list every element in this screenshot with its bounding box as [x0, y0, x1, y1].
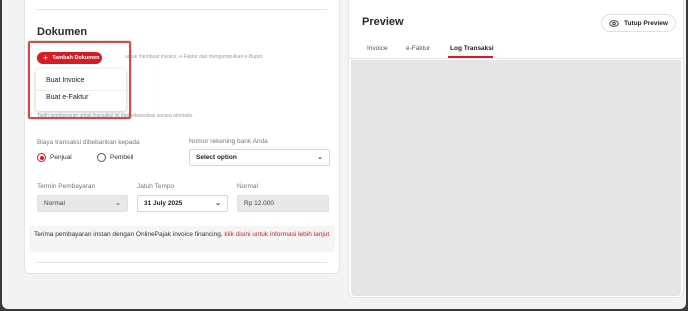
radio-label: Pembeli [110, 154, 134, 161]
preview-panel: Preview Tutup Preview Invoice e-Faktur L… [348, 0, 684, 298]
app-window: Dokumen untuk membuat invoice, e-Faktur … [2, 0, 686, 309]
normal-amount-value: Rp 12.000 [244, 200, 274, 207]
terms-label: Termin Pembayaran [37, 183, 96, 190]
radio-label: Penjual [50, 154, 72, 161]
divider [37, 262, 327, 263]
due-date-label: Jatuh Tempo [137, 183, 175, 190]
section-title: Dokumen [37, 26, 88, 38]
terms-select-value: Normal [44, 200, 65, 207]
radio-unselected-icon [97, 153, 106, 162]
radio-selected-icon [37, 153, 46, 162]
terms-select[interactable]: Normal ⌄ [37, 195, 128, 212]
radio-penjual[interactable]: Penjual [37, 153, 72, 162]
tab-efaktur[interactable]: e-Faktur [406, 45, 430, 52]
financing-info-banner: Terima pembayaran instan dengan OnlinePa… [29, 226, 335, 252]
section-description: untuk membuat invoice, e-Faktur dan meng… [125, 54, 263, 60]
chevron-down-icon: ⌄ [215, 200, 221, 207]
due-date-select[interactable]: 31 July 2025 ⌄ [137, 195, 228, 212]
highlight-annotation [28, 41, 131, 119]
preview-title: Preview [362, 16, 404, 28]
close-preview-label: Tutup Preview [624, 19, 668, 27]
preview-content-area [351, 60, 681, 296]
radio-pembeli[interactable]: Pembeli [97, 153, 133, 162]
bank-label: Nomor rekening bank Anda [189, 138, 268, 145]
normal-label: Normal [237, 183, 258, 190]
chevron-down-icon: ⌄ [115, 200, 121, 207]
tab-invoice[interactable]: Invoice [367, 45, 388, 52]
fee-label: Biaya transaksi dibebankan kepada [37, 139, 140, 146]
due-date-value: 31 July 2025 [144, 200, 183, 207]
banner-text: Terima pembayaran instan dengan OnlinePa… [34, 231, 225, 238]
document-card: Dokumen untuk membuat invoice, e-Faktur … [24, 0, 340, 274]
bank-select[interactable]: Select option ⌄ [189, 149, 330, 166]
tabs-divider [349, 58, 683, 59]
normal-amount-field: Rp 12.000 [237, 195, 329, 212]
tab-log-transaksi[interactable]: Log Transaksi [450, 45, 494, 52]
banner-link[interactable]: klik disini untuk informasi lebih lanjut [224, 231, 329, 238]
bank-select-value: Select option [196, 154, 237, 161]
divider [37, 9, 327, 10]
active-tab-indicator [448, 56, 493, 58]
eye-icon [609, 19, 619, 27]
chevron-down-icon: ⌄ [317, 154, 323, 161]
close-preview-button[interactable]: Tutup Preview [601, 14, 676, 32]
